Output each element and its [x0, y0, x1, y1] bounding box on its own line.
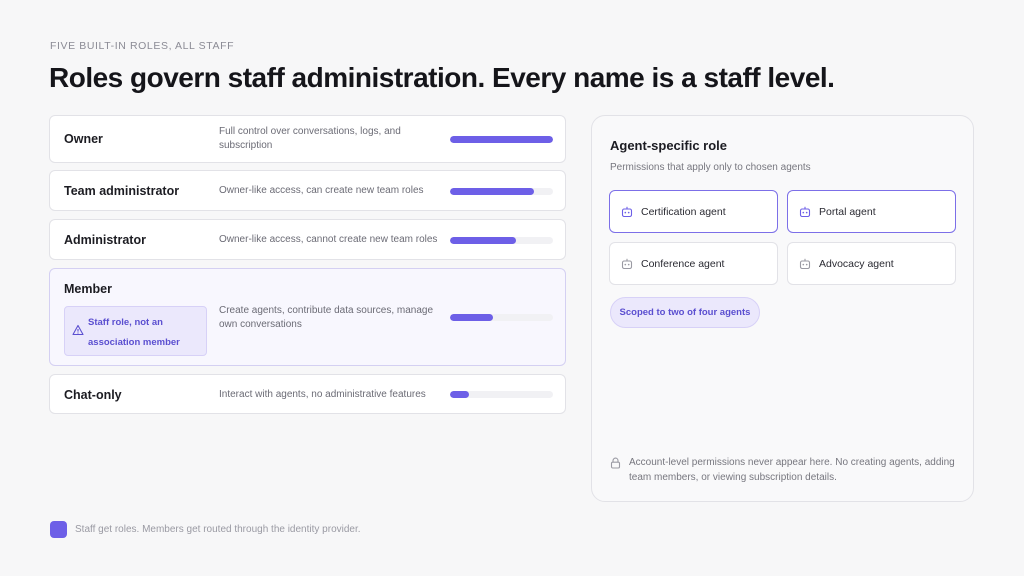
level-bar-fill: [450, 314, 494, 321]
panel-title: Agent-specific role: [610, 138, 728, 153]
role-description: Create agents, contribute data sources, …: [219, 305, 434, 330]
legend-text: Staff get roles. Members get routed thro…: [75, 524, 361, 535]
scope-badge: Scoped to two of four agents: [610, 297, 760, 328]
role-description: Interact with agents, no administrative …: [219, 389, 426, 400]
panel-subtitle: Permissions that apply only to chosen ag…: [610, 162, 811, 173]
role-card-member[interactable]: Member Staff role, not an association me…: [49, 268, 566, 366]
role-name: Owner: [64, 132, 103, 146]
role-description: Owner-like access, can create new team r…: [219, 185, 424, 196]
level-bar: [450, 188, 553, 195]
role-card-chat-only[interactable]: Chat-only Interact with agents, no admin…: [49, 374, 566, 414]
level-bar-fill: [450, 136, 553, 143]
role-description: Owner-like access, cannot create new tea…: [219, 234, 438, 245]
role-description: Full control over conversations, logs, a…: [219, 126, 401, 151]
role-card-owner[interactable]: Owner Full control over conversations, l…: [49, 115, 566, 163]
agent-label: Advocacy agent: [819, 258, 894, 270]
level-bar: [450, 314, 553, 321]
agent-label: Conference agent: [641, 258, 725, 270]
level-bar-fill: [450, 391, 469, 398]
robot-icon: [799, 258, 811, 270]
robot-icon: [621, 206, 633, 218]
legend-swatch: [50, 521, 67, 538]
level-bar: [450, 136, 553, 143]
page-title: Roles govern staff administration. Every…: [49, 62, 835, 93]
agent-card-advocacy[interactable]: Advocacy agent: [787, 242, 956, 285]
level-bar-fill: [450, 237, 516, 244]
agent-label: Portal agent: [819, 206, 876, 218]
agent-label: Certification agent: [641, 206, 726, 218]
lock-icon: [610, 457, 621, 469]
agent-card-portal[interactable]: Portal agent: [787, 190, 956, 233]
robot-icon: [621, 258, 633, 270]
eyebrow: FIVE BUILT-IN ROLES, ALL STAFF: [50, 40, 235, 52]
member-note: Staff role, not an association member: [64, 306, 207, 356]
agent-specific-role-panel: Agent-specific role Permissions that app…: [591, 115, 974, 502]
robot-icon: [799, 206, 811, 218]
level-bar: [450, 391, 553, 398]
role-card-team-administrator[interactable]: Team administrator Owner-like access, ca…: [49, 170, 566, 211]
note-text: Staff role, not an association member: [88, 317, 180, 348]
level-bar-fill: [450, 188, 535, 195]
role-name: Member: [64, 282, 112, 296]
role-name: Administrator: [64, 233, 146, 247]
panel-footnote: Account-level permissions never appear h…: [629, 457, 955, 483]
warning-icon: [72, 324, 84, 336]
level-bar: [450, 237, 553, 244]
role-name: Chat-only: [64, 388, 122, 402]
role-name: Team administrator: [64, 184, 180, 198]
role-card-administrator[interactable]: Administrator Owner-like access, cannot …: [49, 219, 566, 260]
agent-card-certification[interactable]: Certification agent: [609, 190, 778, 233]
agent-card-conference[interactable]: Conference agent: [609, 242, 778, 285]
